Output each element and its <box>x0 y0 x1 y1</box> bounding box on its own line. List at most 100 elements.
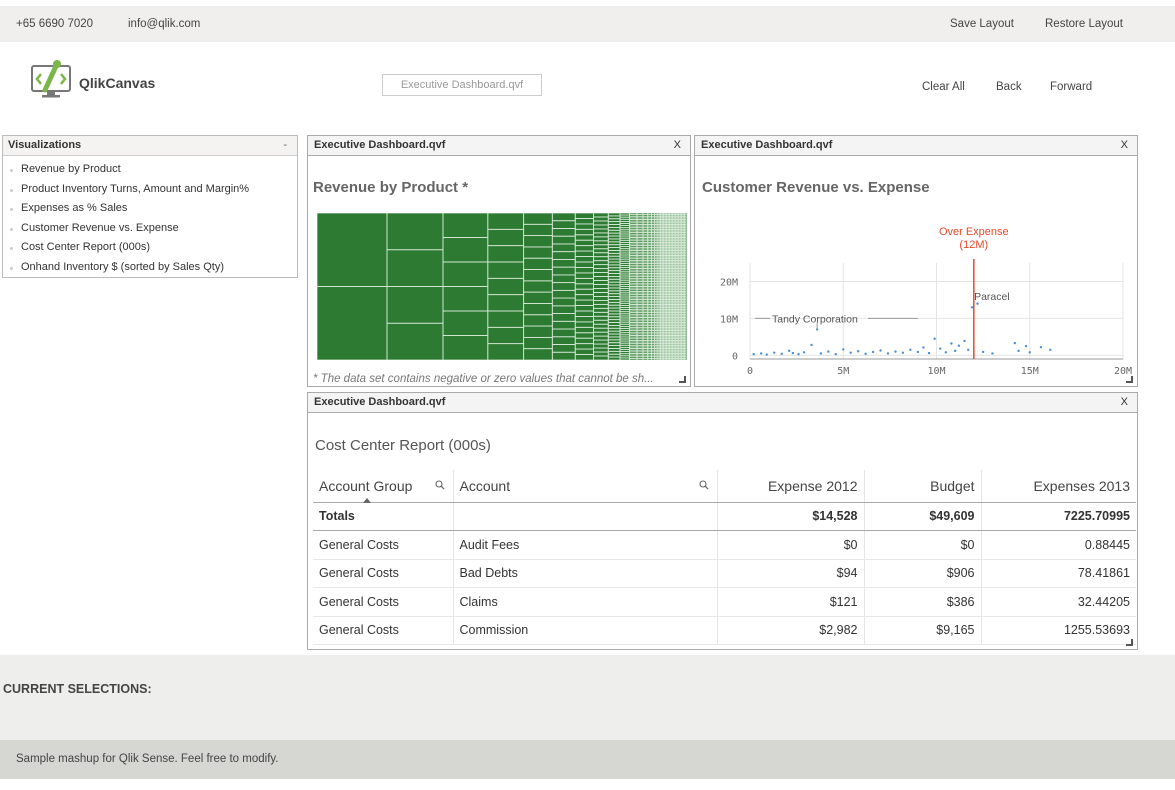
close-button[interactable]: X <box>1121 139 1128 151</box>
panel-header-title: Executive Dashboard.qvf <box>701 139 833 151</box>
restore-layout-button[interactable]: Restore Layout <box>1045 18 1123 30</box>
scatter-point[interactable] <box>1039 345 1043 349</box>
cell-account[interactable]: Commission <box>453 616 718 645</box>
resize-handle[interactable] <box>1126 639 1133 646</box>
scatter-point[interactable] <box>991 352 994 355</box>
table-row[interactable]: General Costs Bad Debts $94 $906 78.4186… <box>313 559 1136 588</box>
scatter-point[interactable] <box>1013 341 1017 345</box>
scatter-point[interactable] <box>791 351 795 355</box>
scatter-point[interactable] <box>944 351 948 354</box>
panel-header[interactable]: Executive Dashboard.qvf X <box>308 136 690 156</box>
treemap-chart[interactable] <box>317 213 687 360</box>
scatter-point[interactable] <box>827 350 830 353</box>
scatter-chart[interactable]: 0 5M 10M 15M 20M 20M 10M 0 Over Expense(12M) Tand… <box>695 216 1138 376</box>
cost-table: Account Group Account Expense 2012 Budge… <box>313 470 1136 645</box>
scatter-point[interactable] <box>802 351 806 354</box>
scatter-point[interactable] <box>901 351 905 354</box>
resize-handle[interactable] <box>679 376 686 383</box>
viz-item-revenue-by-product[interactable]: Revenue by Product <box>3 160 297 180</box>
scatter-point[interactable] <box>916 350 920 354</box>
scatter-point[interactable] <box>933 337 936 340</box>
email-link[interactable]: info@qlik.com <box>128 18 200 30</box>
scatter-point[interactable] <box>797 353 800 356</box>
viz-item-expenses-pct-sales[interactable]: Expenses as % Sales <box>3 199 297 219</box>
y-tick-label: 20M <box>720 277 738 288</box>
clear-all-button[interactable]: Clear All <box>922 81 965 93</box>
table-row[interactable]: General Costs Claims $121 $386 32.44205 <box>313 587 1136 617</box>
cell-account-group[interactable]: General Costs <box>313 530 454 560</box>
scatter-point[interactable] <box>871 350 875 354</box>
scatter-point[interactable] <box>864 352 867 356</box>
scatter-point[interactable] <box>856 350 860 353</box>
x-tick-label: 15M <box>1021 366 1039 376</box>
cell-account[interactable]: Claims <box>453 587 718 617</box>
table-row[interactable]: General Costs Audit Fees $0 $0 0.88445 <box>313 530 1136 560</box>
column-header-account-group[interactable]: Account Group <box>313 470 454 503</box>
save-layout-button[interactable]: Save Layout <box>950 18 1014 30</box>
scatter-point[interactable] <box>950 342 953 345</box>
scatter-point[interactable] <box>939 347 942 350</box>
table-row[interactable]: General Costs Commission $2,982 $9,165 1… <box>313 616 1136 645</box>
cell-expense-2012: $0 <box>717 530 865 560</box>
scatter-point[interactable] <box>1024 344 1028 348</box>
scatter-point[interactable] <box>1049 348 1052 351</box>
scatter-point[interactable] <box>765 353 768 356</box>
close-button[interactable]: X <box>674 139 681 151</box>
scatter-point[interactable] <box>922 346 925 349</box>
column-header-budget[interactable]: Budget <box>864 470 982 503</box>
scatter-point[interactable] <box>842 348 845 351</box>
cell-account-group[interactable]: General Costs <box>313 559 454 588</box>
cell-account-group[interactable]: General Costs <box>313 616 454 645</box>
resize-handle[interactable] <box>1126 376 1133 383</box>
scatter-point[interactable] <box>963 339 966 343</box>
scatter-point[interactable] <box>927 351 931 355</box>
scatter-point[interactable] <box>957 344 961 347</box>
scatter-point[interactable] <box>1017 349 1020 353</box>
scatter-point[interactable] <box>787 349 791 353</box>
viz-item-onhand-inventory[interactable]: Onhand Inventory $ (sorted by Sales Qty) <box>3 258 297 278</box>
top-bar: +65 6690 7020 info@qlik.com Save Layout … <box>0 6 1175 42</box>
column-header-expense-2012[interactable]: Expense 2012 <box>717 470 865 503</box>
phone-number: +65 6690 7020 <box>16 18 94 30</box>
scatter-point[interactable] <box>953 349 957 353</box>
scatter-point[interactable] <box>849 351 852 354</box>
scatter-point[interactable] <box>810 343 813 347</box>
cell-account[interactable]: Bad Debts <box>453 559 718 588</box>
collapse-button[interactable]: - <box>283 139 287 151</box>
scatter-point[interactable] <box>894 350 897 353</box>
scatter-point[interactable] <box>981 350 985 354</box>
cell-expenses-2013: 32.44205 <box>981 587 1136 617</box>
close-button[interactable]: X <box>1121 396 1128 408</box>
scatter-point[interactable] <box>1028 351 1031 354</box>
viz-item-cost-center[interactable]: Cost Center Report (000s) <box>3 238 297 258</box>
panel-header[interactable]: Executive Dashboard.qvf X <box>308 393 1137 413</box>
cell-account-group[interactable]: General Costs <box>313 587 454 617</box>
back-button[interactable]: Back <box>996 81 1022 93</box>
current-selections-bar: CURRENT SELECTIONS: <box>0 655 1175 740</box>
scatter-point[interactable] <box>967 348 970 351</box>
totals-budget: $49,609 <box>864 502 982 531</box>
scatter-point[interactable] <box>909 348 912 351</box>
cell-account[interactable]: Audit Fees <box>453 530 718 560</box>
scatter-point[interactable] <box>834 353 837 356</box>
scatter-point[interactable] <box>886 352 890 355</box>
scatter-point[interactable] <box>819 352 823 355</box>
document-selector[interactable]: Executive Dashboard.qvf <box>382 74 542 96</box>
search-icon[interactable] <box>434 480 445 490</box>
search-icon[interactable] <box>698 480 709 490</box>
scatter-point[interactable] <box>759 352 763 355</box>
cost-panel: Executive Dashboard.qvf X Cost Center Re… <box>307 392 1138 650</box>
scatter-point[interactable] <box>970 306 974 309</box>
scatter-point[interactable] <box>879 349 882 352</box>
scatter-point[interactable] <box>773 351 776 354</box>
viz-item-product-inventory[interactable]: Product Inventory Turns, Amount and Marg… <box>3 180 297 200</box>
scatter-point[interactable] <box>752 353 755 356</box>
scatter-point[interactable] <box>780 352 783 356</box>
column-header-account[interactable]: Account <box>453 470 718 503</box>
panel-header[interactable]: Executive Dashboard.qvf X <box>695 136 1137 156</box>
footer: Sample mashup for Qlik Sense. Feel free … <box>0 740 1175 779</box>
viz-item-customer-revenue[interactable]: Customer Revenue vs. Expense <box>3 219 297 239</box>
column-header-expenses-2013[interactable]: Expenses 2013 <box>981 470 1136 503</box>
forward-button[interactable]: Forward <box>1050 81 1092 93</box>
revenue-panel: Executive Dashboard.qvf X Revenue by Pro… <box>307 135 691 387</box>
